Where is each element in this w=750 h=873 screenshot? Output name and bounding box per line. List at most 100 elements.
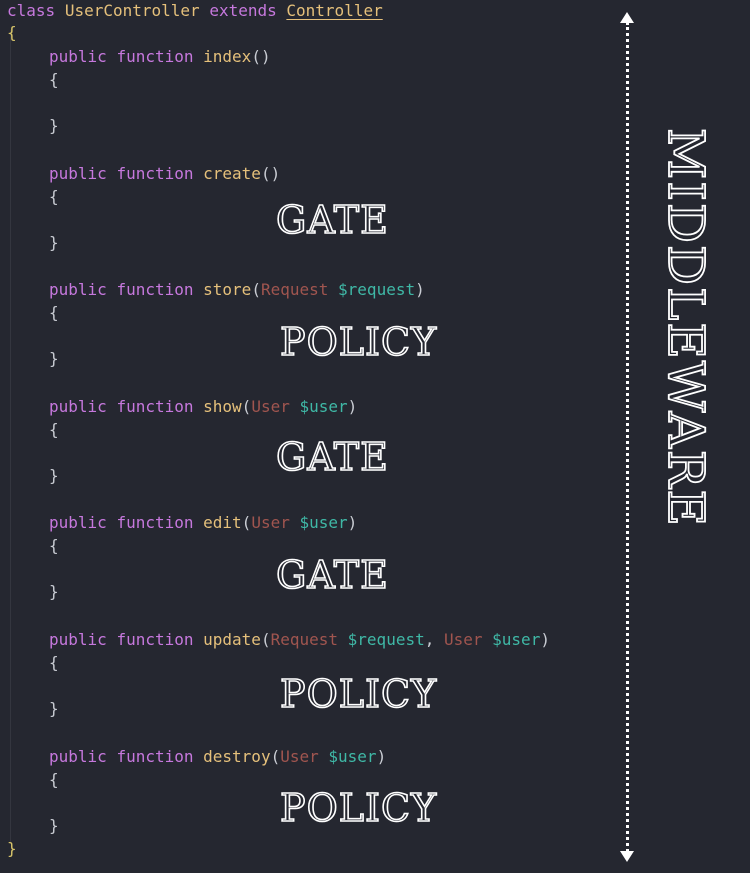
param-separator: , (424, 630, 444, 649)
open-paren: ( (260, 164, 271, 183)
open-paren: ( (241, 397, 252, 416)
class-keyword: class (7, 1, 56, 20)
open-paren: ( (251, 47, 261, 66)
close-paren: ) (376, 747, 387, 766)
function-keyword: function (116, 397, 194, 416)
open-brace: { (49, 70, 59, 89)
open-paren: ( (260, 630, 271, 649)
extends-keyword: extends (209, 1, 277, 20)
method-open-brace: { (49, 70, 59, 90)
gate-label-edit: GATE (275, 552, 389, 598)
close-brace: } (49, 816, 59, 835)
function-keyword: function (116, 513, 194, 532)
method-signature-index: public function index() (49, 47, 271, 67)
method-close-brace: } (49, 582, 59, 602)
method-open-brace: { (49, 420, 59, 440)
close-paren: ) (347, 513, 358, 532)
open-brace: { (49, 770, 59, 789)
close-brace: } (49, 349, 59, 368)
close-brace: } (49, 699, 59, 718)
function-keyword: function (116, 280, 194, 299)
class-declaration: class UserController extends Controller (7, 1, 383, 21)
open-brace: { (49, 187, 59, 206)
close-paren: ) (415, 280, 425, 299)
close-brace: } (49, 466, 59, 485)
param-variable: $request (347, 630, 425, 649)
method-name: show (203, 397, 242, 416)
close-paren: ) (270, 164, 281, 183)
method-name: store (203, 280, 252, 299)
class-close-brace: } (7, 839, 17, 858)
arrow-down-icon (620, 851, 634, 862)
middleware-span-arrow (618, 12, 636, 862)
middleware-label: MIDDLEWARE (656, 127, 716, 529)
code-editor[interactable]: class UserController extends Controller … (0, 0, 750, 873)
policy-label-store: POLICY (279, 319, 438, 365)
open-brace: { (49, 536, 59, 555)
param-type: Request (270, 630, 339, 649)
policy-label-destroy: POLICY (279, 785, 438, 831)
class-name: UserController (64, 1, 200, 20)
method-name: index (203, 47, 252, 66)
open-paren: ( (270, 747, 281, 766)
open-paren: ( (241, 513, 252, 532)
public-keyword: public (49, 164, 107, 183)
method-close-brace: } (49, 233, 59, 253)
method-name: edit (203, 513, 242, 532)
method-signature-edit: public function edit(User $user) (49, 513, 357, 533)
param-type: User (251, 397, 290, 416)
method-close-brace: } (49, 116, 59, 136)
method-name: update (203, 630, 261, 649)
public-keyword: public (49, 747, 107, 766)
close-brace: } (49, 582, 59, 601)
param-type: User (443, 630, 483, 649)
param-type: User (280, 747, 319, 766)
param-type: User (251, 513, 290, 532)
open-brace: { (49, 653, 59, 672)
method-open-brace: { (49, 536, 59, 556)
method-signature-store: public function store(Request $request) (49, 280, 425, 300)
gate-label-show: GATE (275, 434, 389, 480)
method-name: create (203, 164, 261, 183)
method-signature-update: public function update(Request $request,… (49, 630, 550, 650)
public-keyword: public (49, 47, 107, 66)
function-keyword: function (116, 630, 194, 649)
close-brace: } (49, 116, 59, 135)
close-paren: ) (260, 47, 271, 66)
method-close-brace: } (49, 816, 59, 836)
function-keyword: function (116, 747, 194, 766)
public-keyword: public (49, 513, 107, 532)
method-open-brace: { (49, 770, 59, 790)
method-open-brace: { (49, 303, 59, 323)
method-close-brace: } (49, 466, 59, 486)
method-signature-create: public function create() (49, 164, 280, 184)
parent-class-name: Controller (286, 1, 383, 20)
param-variable: $user (299, 513, 348, 532)
method-signature-show: public function show(User $user) (49, 397, 357, 417)
param-type: Request (260, 280, 329, 299)
method-name: destroy (203, 747, 271, 766)
open-brace: { (49, 420, 59, 439)
dotted-line (626, 22, 629, 852)
class-open-brace: { (7, 23, 17, 42)
method-close-brace: } (49, 699, 59, 719)
function-keyword: function (116, 164, 194, 183)
function-keyword: function (116, 47, 194, 66)
policy-label-update: POLICY (279, 671, 438, 717)
param-variable: $user (328, 747, 377, 766)
close-paren: ) (347, 397, 358, 416)
method-open-brace: { (49, 653, 59, 673)
gate-label-create: GATE (275, 197, 389, 243)
public-keyword: public (49, 630, 107, 649)
indent-guide (10, 30, 11, 842)
close-brace: } (49, 233, 59, 252)
open-paren: ( (251, 280, 261, 299)
public-keyword: public (49, 280, 107, 299)
method-open-brace: { (49, 187, 59, 207)
param-variable: $user (492, 630, 541, 649)
param-variable: $request (338, 280, 416, 299)
close-paren: ) (540, 630, 550, 649)
method-signature-destroy: public function destroy(User $user) (49, 747, 386, 767)
param-variable: $user (299, 397, 348, 416)
open-brace: { (49, 303, 59, 322)
